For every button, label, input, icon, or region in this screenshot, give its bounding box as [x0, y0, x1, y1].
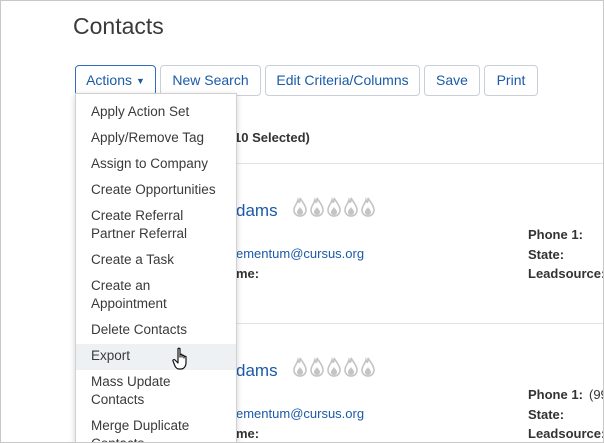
state-label: State: — [528, 247, 565, 262]
flame-icon — [327, 197, 341, 217]
menu-item-apply-action-set[interactable]: Apply Action Set — [76, 103, 236, 121]
flame-icon — [361, 357, 375, 377]
actions-button[interactable]: Actions ▼ — [75, 65, 156, 96]
lead-score — [293, 357, 375, 379]
selected-count: 10 Selected) — [234, 130, 310, 145]
menu-item-mass-update-contacts[interactable]: Mass Update Contacts — [76, 373, 236, 409]
list-divider — [236, 163, 603, 164]
flame-icon — [310, 197, 324, 217]
hand-pointer-icon — [172, 347, 187, 370]
contact-email-link[interactable]: ementum@cursus.org — [236, 246, 364, 261]
actions-dropdown-menu: Apply Action Set Apply/Remove Tag Assign… — [75, 93, 237, 442]
phone-value: (99 — [589, 387, 603, 402]
contact-field-label: me: — [236, 426, 260, 441]
contacts-page: Contacts Actions ▼ New Search Edit Criter… — [0, 0, 604, 443]
list-divider — [236, 323, 603, 324]
phone-label: Phone 1: — [528, 387, 583, 402]
chevron-down-icon: ▼ — [136, 76, 145, 86]
flame-icon — [344, 357, 358, 377]
menu-item-create-opportunities[interactable]: Create Opportunities — [76, 181, 236, 199]
print-button[interactable]: Print — [484, 65, 538, 96]
menu-item-apply-remove-tag[interactable]: Apply/Remove Tag — [76, 129, 236, 147]
edit-criteria-columns-button[interactable]: Edit Criteria/Columns — [265, 65, 420, 96]
flame-icon — [344, 197, 358, 217]
menu-item-merge-duplicate-contacts[interactable]: Merge Duplicate Contacts — [76, 417, 236, 442]
page-title: Contacts — [73, 13, 164, 39]
contact-name-link[interactable]: dams — [236, 361, 278, 381]
state-label: State: — [528, 407, 565, 422]
contact-field-label: me: — [236, 266, 260, 281]
lead-score — [293, 197, 375, 219]
menu-item-create-referral-partner-referral[interactable]: Create Referral Partner Referral — [76, 207, 236, 243]
flame-icon — [293, 357, 307, 377]
leadsource-label: Leadsource: — [528, 426, 604, 441]
contact-name-link[interactable]: dams — [236, 201, 278, 221]
menu-item-create-task[interactable]: Create a Task — [76, 251, 236, 269]
flame-icon — [310, 357, 324, 377]
save-button[interactable]: Save — [424, 65, 480, 96]
menu-item-export[interactable]: Export — [76, 344, 236, 370]
contact-email-link[interactable]: ementum@cursus.org — [236, 406, 364, 421]
flame-icon — [327, 357, 341, 377]
new-search-button[interactable]: New Search — [160, 65, 261, 96]
menu-item-delete-contacts[interactable]: Delete Contacts — [76, 321, 236, 339]
actions-button-label: Actions — [86, 72, 132, 88]
flame-icon — [361, 197, 375, 217]
phone-label: Phone 1: — [528, 227, 583, 242]
menu-item-create-appointment[interactable]: Create an Appointment — [76, 277, 236, 313]
menu-item-assign-to-company[interactable]: Assign to Company — [76, 155, 236, 173]
leadsource-label: Leadsource: — [528, 266, 604, 281]
flame-icon — [293, 197, 307, 217]
